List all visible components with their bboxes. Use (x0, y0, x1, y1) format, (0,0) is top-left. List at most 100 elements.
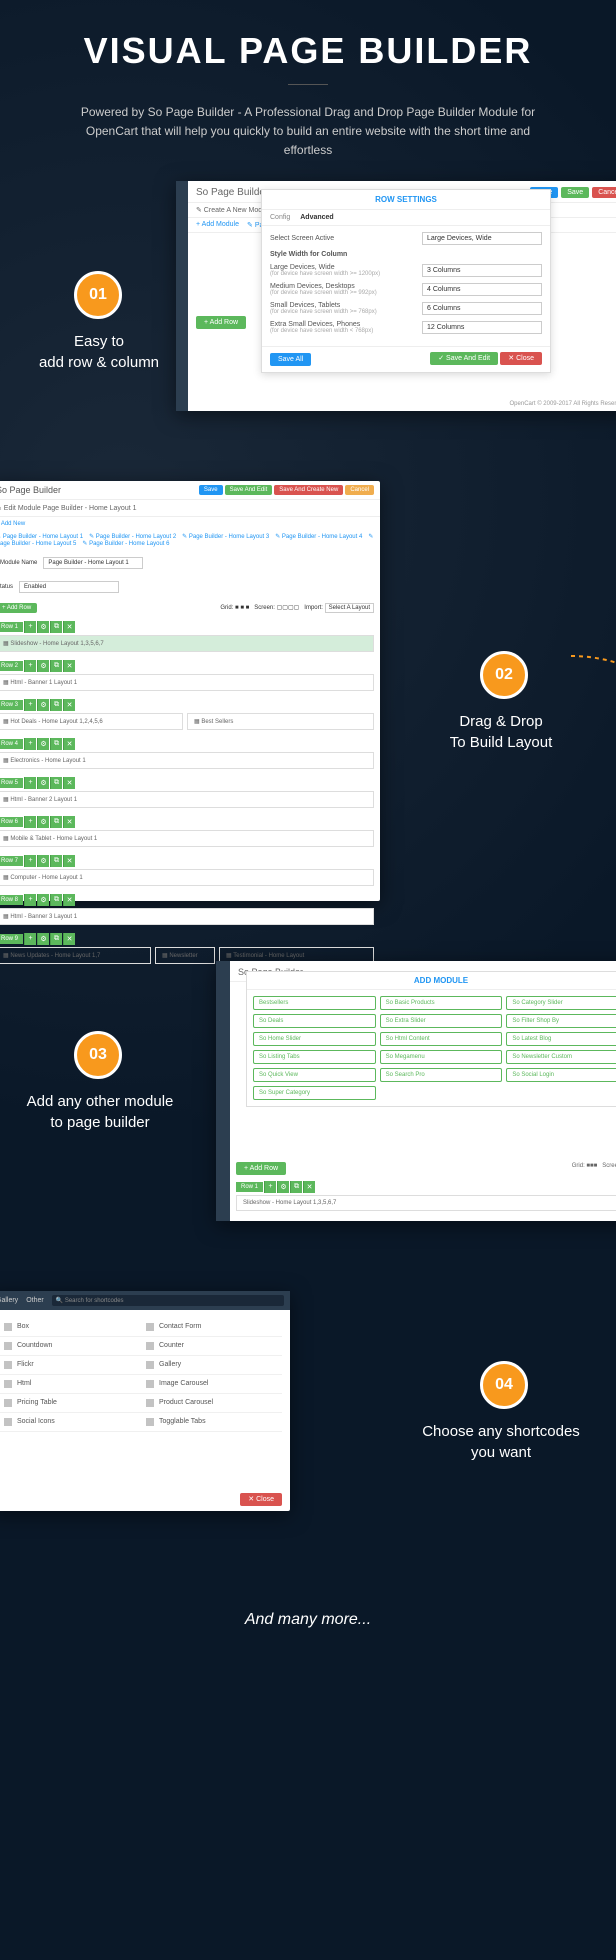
shortcode-item[interactable]: Social Icons (0, 1413, 140, 1432)
cancel-button[interactable]: Cancel (345, 485, 374, 495)
delete-icon[interactable]: ✕ (63, 777, 75, 789)
shortcode-item[interactable]: Html (0, 1375, 140, 1394)
add-row-button[interactable]: + Add Row (0, 603, 37, 613)
row-item[interactable]: ▦ Hot Deals - Home Layout 1,2,4,5,6 (0, 713, 183, 730)
delete-icon[interactable]: ✕ (63, 738, 75, 750)
copy-icon[interactable]: ⧉ (50, 816, 62, 828)
medium-select[interactable]: 4 Columns (422, 283, 542, 296)
gear-icon[interactable]: ⚙ (37, 660, 49, 672)
add-module-link[interactable]: + Add Module (196, 221, 239, 229)
search-input[interactable]: 🔍 Search for shortcodes (52, 1295, 284, 1306)
delete-icon[interactable]: ✕ (63, 933, 75, 945)
module-item[interactable]: So Basic Products (380, 996, 503, 1010)
row-icon[interactable]: + (264, 1181, 276, 1193)
module-item[interactable]: So Html Content (380, 1032, 503, 1046)
screen-active-select[interactable]: Large Devices, Wide (422, 232, 542, 245)
module-item[interactable]: So Home Slider (253, 1032, 376, 1046)
module-item[interactable]: So Category Slider (506, 996, 616, 1010)
save-button-2[interactable]: Save (561, 187, 589, 198)
module-item[interactable]: So Social Login (506, 1068, 616, 1082)
gear-icon[interactable]: ⚙ (37, 777, 49, 789)
module-item[interactable]: So Megamenu (380, 1050, 503, 1064)
gear-icon[interactable]: ⚙ (37, 816, 49, 828)
status-select[interactable]: Enabled (19, 581, 119, 593)
builder-tab[interactable]: ✎ Page Builder - Home Layout 1 (0, 534, 83, 540)
copy-icon[interactable]: ⧉ (50, 777, 62, 789)
small-select[interactable]: 6 Columns (422, 302, 542, 315)
row-item[interactable]: ▦ Slideshow - Home Layout 1,3,5,6,7 (0, 635, 374, 652)
add-icon[interactable]: + (24, 855, 36, 867)
shortcode-item[interactable]: Flickr (0, 1356, 140, 1375)
delete-icon[interactable]: ✕ (63, 621, 75, 633)
module-item[interactable]: So Quick View (253, 1068, 376, 1082)
import-select[interactable]: Select A Layout (325, 603, 374, 613)
tab-config[interactable]: Config (270, 214, 290, 221)
row-icon[interactable]: ✕ (303, 1181, 315, 1193)
gear-icon[interactable]: ⚙ (37, 894, 49, 906)
delete-icon[interactable]: ✕ (63, 816, 75, 828)
copy-icon[interactable]: ⧉ (50, 894, 62, 906)
shortcode-item[interactable]: Gallery (140, 1356, 282, 1375)
shortcode-item[interactable]: Countdown (0, 1337, 140, 1356)
tab-other[interactable]: Other (26, 1297, 44, 1304)
gear-icon[interactable]: ⚙ (37, 933, 49, 945)
delete-icon[interactable]: ✕ (63, 855, 75, 867)
module-item[interactable]: So Newsletter Custom (506, 1050, 616, 1064)
shortcode-item[interactable]: Contact Form (140, 1318, 282, 1337)
row-item[interactable]: ▦ Computer - Home Layout 1 (0, 869, 374, 886)
row-icon[interactable]: ⧉ (290, 1181, 302, 1193)
add-icon[interactable]: + (24, 777, 36, 789)
save-all-button[interactable]: Save All (270, 353, 311, 366)
gear-icon[interactable]: ⚙ (37, 699, 49, 711)
shortcode-item[interactable]: Counter (140, 1337, 282, 1356)
close-button[interactable]: ✕ Close (500, 352, 542, 365)
copy-icon[interactable]: ⧉ (50, 933, 62, 945)
delete-icon[interactable]: ✕ (63, 660, 75, 672)
row-item[interactable]: ▦ Html - Banner 1 Layout 1 (0, 674, 374, 691)
row-item[interactable]: ▦ Html - Banner 2 Layout 1 (0, 791, 374, 808)
delete-icon[interactable]: ✕ (63, 699, 75, 711)
delete-icon[interactable]: ✕ (63, 894, 75, 906)
tab-gallery[interactable]: Gallery (0, 1297, 18, 1304)
copy-icon[interactable]: ⧉ (50, 660, 62, 672)
module-item[interactable]: So Listing Tabs (253, 1050, 376, 1064)
module-name-input[interactable]: Page Builder - Home Layout 1 (43, 557, 143, 569)
row-item[interactable]: ▦ Html - Banner 3 Layout 1 (0, 908, 374, 925)
builder-tab[interactable]: ✎ Page Builder - Home Layout 6 (82, 541, 169, 547)
module-item[interactable]: So Super Category (253, 1086, 376, 1100)
add-icon[interactable]: + (24, 894, 36, 906)
shortcode-item[interactable]: Togglable Tabs (140, 1413, 282, 1432)
add-icon[interactable]: + (24, 621, 36, 633)
row-icon[interactable]: ⚙ (277, 1181, 289, 1193)
add-row-button[interactable]: + Add Row (196, 316, 246, 329)
add-icon[interactable]: + (24, 738, 36, 750)
add-row-button[interactable]: + Add Row (236, 1162, 286, 1175)
shortcode-item[interactable]: Product Carousel (140, 1394, 282, 1413)
copy-icon[interactable]: ⧉ (50, 738, 62, 750)
module-item[interactable]: So Latest Blog (506, 1032, 616, 1046)
add-icon[interactable]: + (24, 699, 36, 711)
copy-icon[interactable]: ⧉ (50, 621, 62, 633)
builder-tab[interactable]: ✎ Page Builder - Home Layout 4 (275, 534, 362, 540)
add-icon[interactable]: + (24, 816, 36, 828)
gear-icon[interactable]: ⚙ (37, 855, 49, 867)
copy-icon[interactable]: ⧉ (50, 855, 62, 867)
cancel-button[interactable]: Cancel (592, 187, 616, 198)
gear-icon[interactable]: ⚙ (37, 621, 49, 633)
module-item[interactable]: So Deals (253, 1014, 376, 1028)
builder-tab[interactable]: ✎ Page Builder - Home Layout 3 (182, 534, 269, 540)
row-item[interactable]: ▦ Mobile & Tablet - Home Layout 1 (0, 830, 374, 847)
builder-tab[interactable]: ✎ Page Builder - Home Layout 2 (89, 534, 176, 540)
row-item[interactable]: ▦ Best Sellers (187, 713, 374, 730)
module-item[interactable]: So Search Pro (380, 1068, 503, 1082)
add-icon[interactable]: + (24, 660, 36, 672)
close-button[interactable]: ✕ Close (240, 1493, 282, 1506)
shortcode-item[interactable]: Box (0, 1318, 140, 1337)
save-new-button[interactable]: Save And Create New (274, 485, 343, 495)
save-edit-button[interactable]: ✓ Save And Edit (430, 352, 498, 365)
row-item[interactable]: ▦ Electronics - Home Layout 1 (0, 752, 374, 769)
save-edit-button[interactable]: Save And Edit (225, 485, 273, 495)
module-item[interactable]: So Filter Shop By (506, 1014, 616, 1028)
gear-icon[interactable]: ⚙ (37, 738, 49, 750)
add-icon[interactable]: + (24, 933, 36, 945)
